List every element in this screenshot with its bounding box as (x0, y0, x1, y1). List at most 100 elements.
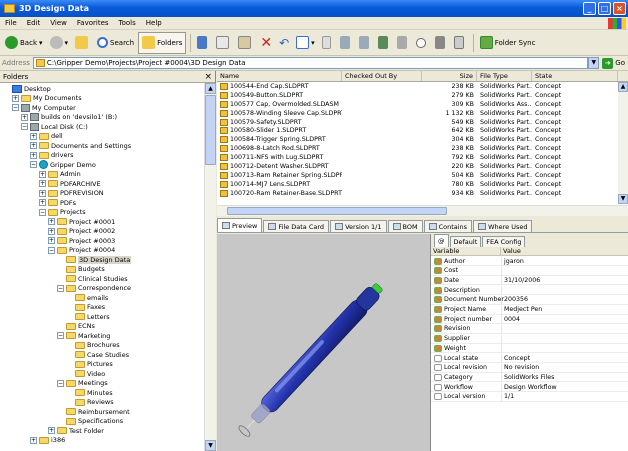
tab-bom[interactable]: BOM (387, 220, 423, 232)
property-row[interactable]: Date 31/10/2006 (431, 276, 628, 286)
delete-button[interactable]: ✕ (257, 32, 275, 54)
tree-node[interactable]: Reimbursement (57, 407, 130, 416)
file-row[interactable]: 100579-Safety.SLDPRT 549 KB SolidWorks Par… (217, 118, 628, 127)
go-button[interactable]: ➔ Go (599, 57, 628, 69)
tree-node[interactable]: Desktop (3, 84, 51, 93)
tree-node[interactable]: + dell (30, 132, 63, 141)
close-button[interactable]: × (613, 2, 626, 15)
tree-node[interactable]: + i386 (30, 436, 65, 445)
column-header-name[interactable]: Name (217, 71, 342, 81)
tree-node[interactable]: Specifications (57, 417, 123, 426)
address-input[interactable]: C:\Gripper Demo\Projects\Project #0004\3… (32, 57, 589, 69)
tab-preview[interactable]: Preview (217, 218, 263, 232)
tree-node[interactable]: 3D Design Data (57, 255, 132, 264)
tree-node[interactable]: Clinical Studies (57, 274, 128, 283)
column-header-variable[interactable]: Variable (431, 247, 501, 255)
collapse-icon[interactable]: − (39, 208, 46, 216)
tree-node[interactable]: − Correspondence (57, 284, 131, 293)
tree-node[interactable]: Faxes (66, 303, 105, 312)
tree-node[interactable]: − Meetings (57, 379, 108, 388)
tree-node[interactable]: + Project #0002 (48, 227, 115, 236)
up-button[interactable] (72, 32, 93, 54)
tree-node[interactable]: + Project #0003 (48, 236, 115, 245)
tab-version[interactable]: Version 1/1 (330, 220, 387, 232)
collapse-icon[interactable]: − (30, 161, 37, 168)
expand-icon[interactable]: + (48, 227, 55, 235)
file-row[interactable]: 100711-NFS with Lug.SLDPRT 792 KB SolidWor… (217, 153, 628, 162)
tree-node[interactable]: Budgets (57, 265, 105, 274)
scroll-up-arrow-icon[interactable]: ▲ (618, 82, 628, 92)
property-row[interactable]: Cost (431, 266, 628, 276)
file-row[interactable]: 100578-Winding Sleeve Cap.SLDPRT 1 132 KB… (217, 109, 628, 118)
expand-icon[interactable]: + (30, 436, 37, 444)
tree-node[interactable]: emails (66, 293, 108, 302)
property-row[interactable]: Supplier (431, 334, 628, 344)
tree-node[interactable]: + Test Folder (48, 426, 104, 435)
pdm-tool-6[interactable] (413, 32, 431, 54)
scroll-down-arrow-icon[interactable]: ▼ (618, 194, 628, 204)
pdm-tool-2[interactable] (337, 32, 355, 54)
tree-node[interactable]: + builds on 'devsilo1' (B:) (21, 113, 117, 122)
scroll-down-arrow-icon[interactable]: ▼ (205, 440, 216, 451)
tab-contains[interactable]: Contains (423, 220, 473, 232)
column-header-value[interactable]: Value (501, 247, 628, 255)
column-header-checked-out-by[interactable]: Checked Out By (342, 71, 422, 81)
property-row[interactable]: Document Number 200356 (431, 295, 628, 305)
collapse-icon[interactable]: − (57, 332, 64, 339)
expand-icon[interactable]: + (48, 237, 55, 244)
tree-node[interactable]: + My Documents (12, 94, 82, 103)
tree-node[interactable]: + PDFREVISION (39, 189, 104, 198)
tree-node[interactable]: + Documents and Settings (30, 141, 131, 150)
tree-node[interactable]: Letters (66, 312, 110, 321)
scrollbar-thumb[interactable] (227, 207, 447, 215)
file-list-horizontal-scrollbar[interactable] (217, 205, 628, 216)
tree-node[interactable]: + PDFARCHIVE (39, 179, 101, 188)
property-row[interactable]: Project Name Medject Pen (431, 305, 628, 315)
file-list-scrollbar[interactable]: ▲ ▼ (618, 82, 628, 204)
cut-button[interactable] (194, 32, 212, 54)
tree-node[interactable]: Case Studies (66, 350, 129, 359)
collapse-icon[interactable]: − (57, 284, 64, 292)
property-row[interactable]: Workflow Design Workflow (431, 383, 628, 393)
address-dropdown-button[interactable]: ▼ (588, 57, 600, 69)
file-row[interactable]: 100549-Button.SLDPRT 279 KB SolidWorks Par… (217, 91, 628, 100)
file-row[interactable]: 100584-Trigger Spring.SLDPRT 304 KB SolidW… (217, 135, 628, 144)
undo-button[interactable]: ↶ (276, 32, 292, 54)
tree-node[interactable]: + Project #0001 (48, 217, 115, 226)
expand-icon[interactable]: + (48, 427, 55, 434)
scroll-up-arrow-icon[interactable]: ▲ (205, 83, 216, 94)
column-header-file-type[interactable]: File Type (477, 71, 532, 81)
file-row[interactable]: 100580-Slider 1.SLDPRT 642 KB SolidWorks P… (217, 126, 628, 135)
expand-icon[interactable]: + (39, 180, 46, 187)
back-button[interactable]: Back ▾ (2, 32, 46, 54)
tree-node[interactable]: − Projects (39, 208, 86, 217)
tree-node[interactable]: − Local Disk (C:) (21, 122, 88, 131)
tab-file-data-card[interactable]: File Data Card (263, 220, 330, 232)
expand-icon[interactable]: + (21, 113, 28, 121)
tab-at-configuration[interactable]: @ (434, 234, 449, 247)
property-row[interactable]: Author jgaron (431, 257, 628, 266)
preview-pane[interactable] (217, 234, 430, 451)
folder-sync-button[interactable]: Folder Sync (477, 32, 539, 54)
menu-edit[interactable]: Edit (22, 19, 46, 27)
folder-tree-scrollbar[interactable]: ▲ ▼ (204, 83, 216, 451)
tree-node[interactable]: + Admin (39, 170, 81, 179)
file-row[interactable]: 100712-Detent Washer.SLDPRT 220 KB SolidWo… (217, 162, 628, 171)
scrollbar-thumb[interactable] (205, 95, 216, 165)
search-button[interactable]: Search (94, 32, 137, 54)
property-row[interactable]: Weight (431, 344, 628, 354)
views-button[interactable]: ▾ (293, 32, 318, 54)
file-row[interactable]: 100577 Cap, Overmolded.SLDASM 309 KB Solid… (217, 100, 628, 109)
tree-node[interactable]: Brochures (66, 341, 120, 350)
column-header-state[interactable]: State (532, 71, 618, 81)
folders-button[interactable]: Folders (138, 31, 187, 54)
property-row[interactable]: Project number 0004 (431, 315, 628, 325)
column-header-size[interactable]: Size (422, 71, 477, 81)
property-row[interactable]: Category SolidWorks Files (431, 373, 628, 383)
expand-icon[interactable]: + (30, 142, 37, 149)
menu-tools[interactable]: Tools (114, 19, 141, 27)
pdm-tool-3[interactable] (356, 32, 374, 54)
collapse-icon[interactable]: − (48, 246, 55, 254)
menu-file[interactable]: File (0, 19, 22, 27)
property-row[interactable]: Revision (431, 324, 628, 334)
